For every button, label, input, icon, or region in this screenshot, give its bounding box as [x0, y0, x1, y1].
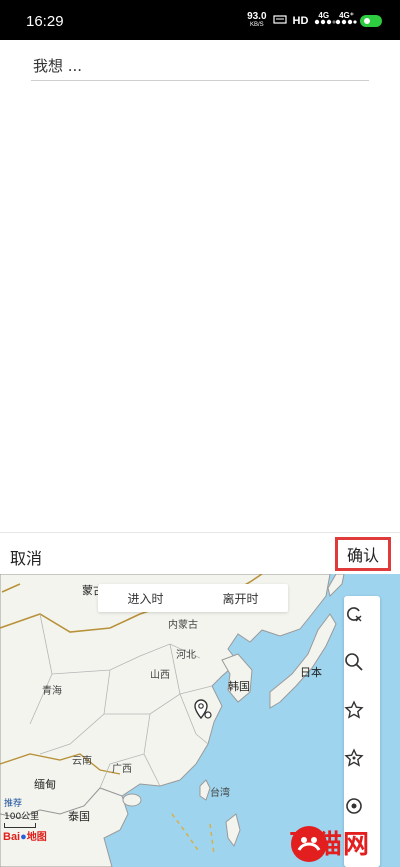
- scale-prefix: 推荐: [4, 799, 23, 809]
- map-label-yunnan: 云南: [72, 756, 92, 767]
- baidu-paw-icon: ●: [20, 831, 27, 843]
- refresh-location-button[interactable]: [344, 604, 380, 640]
- baidu-brand: Bai: [3, 831, 21, 843]
- map-label-myanmar: 缅甸: [34, 778, 56, 791]
- hd-badge: HD: [292, 14, 309, 27]
- favorite-button[interactable]: [344, 700, 380, 736]
- watermark: 飞猫网: [289, 824, 370, 862]
- cat-logo-icon: [290, 826, 327, 862]
- nfc-icon: [272, 13, 287, 28]
- search-area: [31, 52, 373, 81]
- confirm-label: 确认: [346, 546, 379, 565]
- net-type-1: 4G: [318, 11, 330, 20]
- baidu-map-text: 地图: [26, 832, 47, 843]
- tab-leave-time[interactable]: 离开时: [193, 584, 288, 612]
- network-speed: 93.0 KB/S: [247, 10, 267, 29]
- refresh-location-icon: [347, 607, 362, 622]
- time-tabs: 进入时 离开时: [98, 584, 288, 612]
- map-label-guangxi: 广西: [112, 764, 132, 775]
- map-search-button[interactable]: [344, 652, 380, 688]
- map-label-shanxi: 山西: [150, 670, 170, 681]
- status-bar: 16:29 93.0 KB/S HD 4G 4G⁺: [0, 0, 400, 40]
- map-label-qinghai: 青海: [42, 686, 62, 697]
- map-label-inner-mongolia: 内蒙古: [168, 620, 198, 631]
- map-label-hebei: 河北: [176, 650, 196, 661]
- battery-icon: [360, 14, 382, 27]
- star-icon: [344, 700, 364, 719]
- search-input[interactable]: [31, 52, 373, 80]
- map-scale: 推荐 100公里: [4, 796, 39, 828]
- map-label-taiwan: 台湾: [210, 788, 230, 799]
- net-type-2: 4G⁺: [339, 11, 354, 20]
- locate-icon: [346, 798, 362, 814]
- star-outline-icon: [344, 748, 364, 767]
- status-icons: 93.0 KB/S HD 4G 4G⁺: [247, 10, 382, 29]
- favorite-list-button[interactable]: [344, 748, 380, 784]
- action-bar: 取消 确认: [0, 532, 400, 575]
- status-time: 16:29: [26, 13, 64, 30]
- confirm-button[interactable]: 确认: [335, 537, 391, 571]
- scale-text: 100公里: [4, 812, 40, 822]
- baidu-map-logo: Bai●地图: [3, 828, 47, 843]
- map-label-thailand: 泰国: [68, 810, 90, 823]
- map-view[interactable]: 蒙古 内蒙古 河北 山西 青海 韩国 日本 云南 广西 台湾 缅甸 泰国 进入时…: [0, 574, 400, 867]
- network-speed-unit: KB/S: [249, 21, 264, 28]
- search-icon: [345, 653, 363, 671]
- map-label-korea: 韩国: [228, 680, 250, 693]
- cancel-button[interactable]: 取消: [10, 545, 42, 569]
- network-speed-value: 93.0: [247, 10, 267, 22]
- map-label-japan: 日本: [300, 666, 322, 679]
- tab-enter-time[interactable]: 进入时: [98, 584, 193, 612]
